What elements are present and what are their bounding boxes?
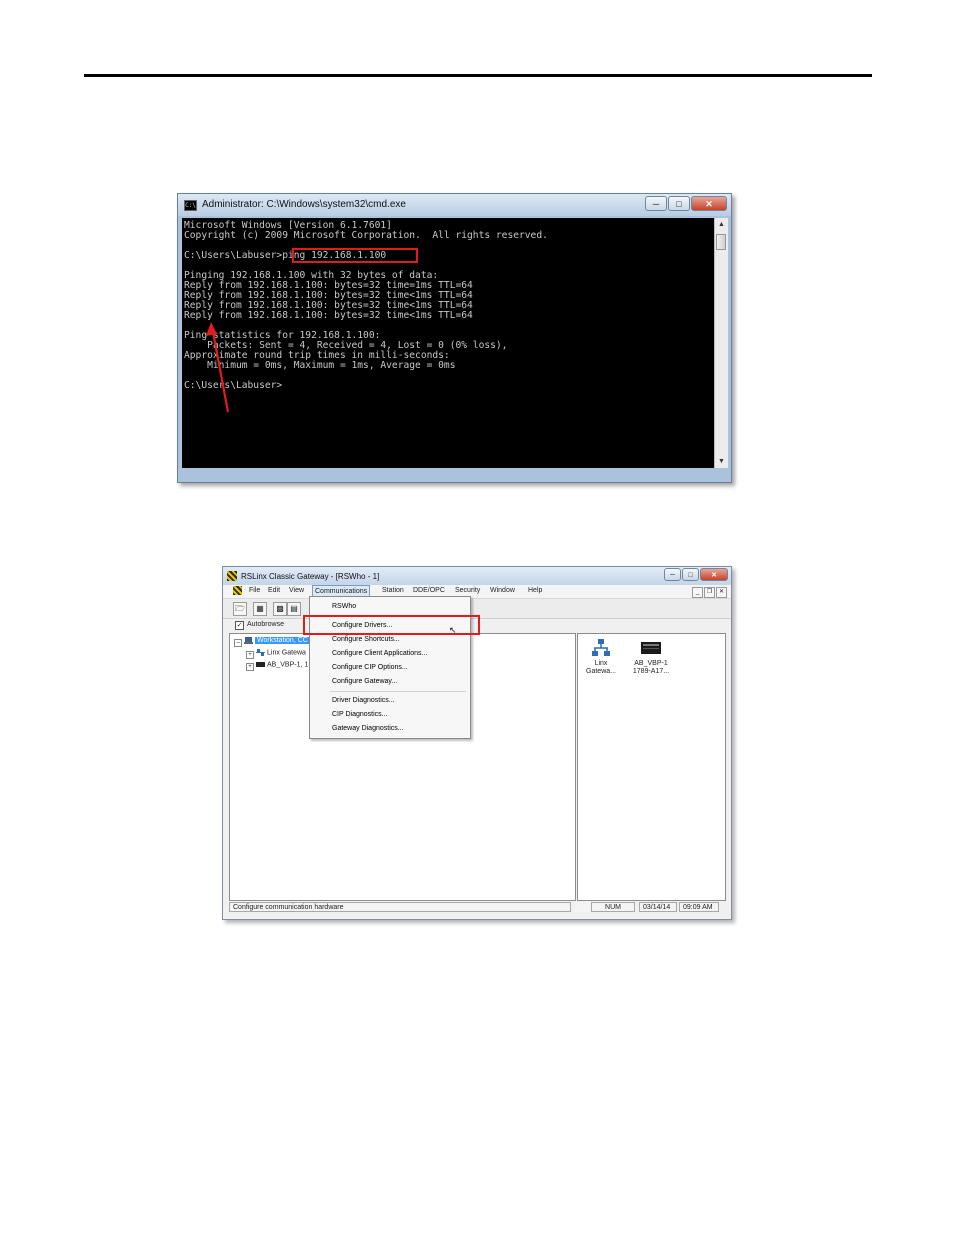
console-text: Microsoft Windows [Version 6.1.7601] Cop… — [184, 220, 548, 391]
tree-item-linx-gateway[interactable]: Linx Gatewa — [256, 649, 306, 656]
autobrowse-checkbox[interactable]: ✓ — [235, 621, 244, 630]
status-num: NUM — [591, 902, 635, 912]
menu-bar: File Edit View Communications Station DD… — [223, 585, 731, 598]
menu-station[interactable]: Station — [382, 587, 404, 594]
tree-collapse-icon[interactable]: – — [234, 639, 242, 647]
cmd-app-icon: C:\ — [184, 200, 197, 211]
console-output-area[interactable]: Microsoft Windows [Version 6.1.7601] Cop… — [182, 218, 714, 468]
tree-expand-icon[interactable]: + — [246, 651, 254, 659]
menu-edit[interactable]: Edit — [268, 587, 280, 594]
rs-maximize-button[interactable]: □ — [682, 568, 699, 581]
linx-gateway-icon — [592, 639, 610, 656]
configure-drivers-icon[interactable]: ▩ — [273, 602, 287, 616]
device-icon — [256, 662, 265, 667]
linx-gateway-device[interactable]: Linx Gatewa... — [584, 639, 618, 676]
menu-item-configure-client-apps[interactable]: Configure Client Applications... — [332, 650, 427, 657]
status-bar: Configure communication hardware NUM 03/… — [229, 902, 727, 914]
ab-vbp-module-icon — [641, 642, 661, 654]
status-message: Configure communication hardware — [229, 902, 571, 912]
minimize-button[interactable]: ─ — [645, 196, 667, 211]
menu-view[interactable]: View — [289, 587, 304, 594]
menu-item-cip-diagnostics[interactable]: CIP Diagnostics... — [332, 711, 388, 718]
open-folder-icon[interactable]: 🗁 — [233, 602, 247, 616]
menu-dde-opc[interactable]: DDE/OPC — [413, 587, 445, 594]
status-time: 09:09 AM — [679, 902, 719, 912]
rs-minimize-button[interactable]: ─ — [664, 568, 681, 581]
mdi-restore-button[interactable]: ❐ — [704, 587, 715, 598]
workstation-icon — [244, 637, 253, 644]
tree-item-ab-vbp[interactable]: AB_VBP-1, 1 — [256, 661, 308, 668]
close-button[interactable]: ✕ — [691, 196, 727, 211]
mdi-child-icon[interactable] — [233, 586, 242, 595]
mouse-cursor-icon: ↖ — [449, 625, 457, 635]
cmd-window: C:\ Administrator: C:\Windows\system32\c… — [177, 193, 732, 483]
mdi-minimize-button[interactable]: _ — [692, 587, 703, 598]
menu-help[interactable]: Help — [528, 587, 542, 594]
red-arrow-annotation — [206, 322, 230, 413]
rs-close-button[interactable]: ✕ — [700, 568, 728, 581]
menu-file[interactable]: File — [249, 587, 260, 594]
console-scrollbar[interactable]: ▲ ▼ — [714, 218, 728, 468]
status-date: 03/14/14 — [639, 902, 677, 912]
autobrowse-label: Autobrowse — [247, 621, 284, 628]
mdi-close-button[interactable]: ✕ — [716, 587, 727, 598]
cmd-titlebar[interactable]: C:\ Administrator: C:\Windows\system32\c… — [178, 194, 731, 216]
menu-security[interactable]: Security — [455, 587, 480, 594]
tree-expand-icon[interactable]: + — [246, 663, 254, 671]
rslinx-window-title: RSLinx Classic Gateway - [RSWho - 1] — [241, 572, 380, 581]
menu-item-rswho[interactable]: RSWho — [332, 603, 356, 610]
network-icon — [256, 649, 265, 656]
menu-item-configure-cip-options[interactable]: Configure CIP Options... — [332, 664, 408, 671]
rslinx-titlebar[interactable]: RSLinx Classic Gateway - [RSWho - 1] ─ □… — [223, 567, 731, 585]
scroll-thumb[interactable] — [716, 234, 726, 250]
device-view-pane[interactable]: Linx Gatewa... AB_VBP-1 1789-A17... — [577, 633, 726, 901]
menu-item-configure-shortcuts[interactable]: Configure Shortcuts... — [332, 636, 400, 643]
rslinx-app-icon — [227, 571, 237, 581]
scroll-down-icon[interactable]: ▼ — [715, 455, 728, 468]
ping-command-highlight — [292, 248, 418, 263]
cmd-window-title: Administrator: C:\Windows\system32\cmd.e… — [202, 199, 406, 210]
menu-item-configure-gateway[interactable]: Configure Gateway... — [332, 678, 397, 685]
page-header-rule — [84, 74, 872, 77]
scroll-up-icon[interactable]: ▲ — [715, 218, 728, 231]
maximize-button[interactable]: □ — [668, 196, 690, 211]
configure-topics-icon[interactable]: ▤ — [287, 602, 301, 616]
menu-window[interactable]: Window — [490, 587, 515, 594]
menu-item-gateway-diagnostics[interactable]: Gateway Diagnostics... — [332, 725, 404, 732]
rswho-network-icon[interactable]: ▦ — [253, 602, 267, 616]
ab-vbp-device[interactable]: AB_VBP-1 1789-A17... — [628, 639, 674, 676]
tree-item-workstation[interactable]: Workstation, CC — [244, 637, 310, 645]
menu-item-driver-diagnostics[interactable]: Driver Diagnostics... — [332, 697, 395, 704]
